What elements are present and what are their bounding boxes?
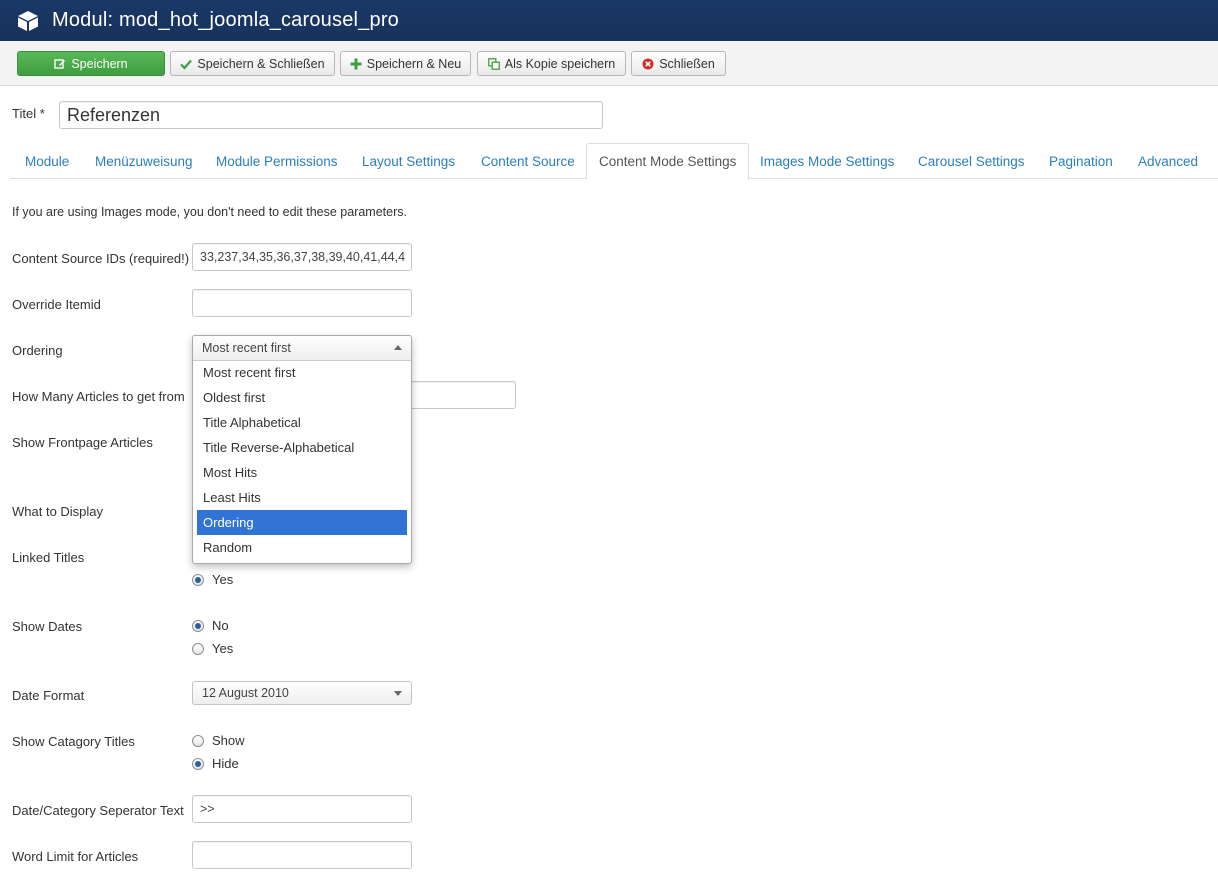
show-category-titles-show-radio[interactable]: Show [192,733,245,748]
show-category-titles-hide-radio[interactable]: Hide [192,756,239,771]
close-button[interactable]: Schließen [631,51,726,76]
tab-pagination[interactable]: Pagination [1049,143,1113,179]
show-dates-yes-radio[interactable]: Yes [192,641,233,656]
plus-icon [350,58,362,70]
date-format-label: Date Format [12,688,85,703]
tab-module[interactable]: Module [25,143,69,179]
content-source-ids-label: Content Source IDs (required!) [12,251,190,266]
edit-icon [54,58,66,70]
radio-checked-icon [192,757,204,770]
ordering-dropdown[interactable]: Most recent first Most recent first Olde… [192,335,412,564]
linked-titles-label: Linked Titles [12,550,85,565]
show-frontpage-label: Show Frontpage Articles [12,435,153,450]
ordering-option-oldest-first[interactable]: Oldest first [197,385,407,410]
tab-bar: Module Menüzuweisung Module Permissions … [10,143,1218,180]
tab-layout-settings[interactable]: Layout Settings [362,143,455,179]
tab-module-permissions[interactable]: Module Permissions [216,143,338,179]
word-limit-input[interactable] [192,841,412,869]
chevron-up-icon [394,345,402,350]
radio-checked-icon [192,573,204,586]
date-format-select[interactable]: 12 August 2010 [192,681,412,705]
chevron-down-icon [394,691,402,696]
ordering-option-least-hits[interactable]: Least Hits [197,485,407,510]
title-label: Titel * [12,106,45,121]
ordering-label: Ordering [12,343,63,358]
show-dates-label: Show Dates [12,619,83,634]
content-source-ids-input[interactable]: 33,237,34,35,36,37,38,39,40,41,44,4 [192,243,412,271]
tab-carousel-settings[interactable]: Carousel Settings [918,143,1025,179]
ordering-option-ordering[interactable]: Ordering [197,510,407,535]
what-to-display-label: What to Display [12,504,104,519]
save-button[interactable]: Speichern [17,51,165,76]
override-itemid-label: Override Itemid [12,297,101,312]
ordering-option-most-recent-first[interactable]: Most recent first [197,360,407,385]
tab-content-mode-settings[interactable]: Content Mode Settings [586,143,750,180]
linked-titles-yes-radio[interactable]: Yes [192,572,233,587]
save-copy-button[interactable]: Als Kopie speichern [477,51,626,76]
override-itemid-input[interactable] [192,289,412,317]
toolbar: Speichern Speichern & Schließen Speicher… [0,41,1218,86]
header-bar: Modul: mod_hot_joomla_carousel_pro [0,0,1218,41]
ordering-option-title-reverse-alphabetical[interactable]: Title Reverse-Alphabetical [197,435,407,460]
ordering-option-title-alphabetical[interactable]: Title Alphabetical [197,410,407,435]
title-input[interactable]: Referenzen [59,101,603,129]
radio-unchecked-icon [192,642,204,655]
how-many-articles-label: How Many Articles to get from [12,389,185,404]
copy-icon [487,57,500,70]
tab-content-source[interactable]: Content Source [481,143,575,179]
radio-unchecked-icon [192,734,204,747]
ordering-select[interactable]: Most recent first [193,336,411,361]
tab-images-mode-settings[interactable]: Images Mode Settings [760,143,894,179]
tab-menuzuweisung[interactable]: Menüzuweisung [95,143,193,179]
separator-text-input[interactable]: >> [192,795,412,823]
info-note: If you are using Images mode, you don't … [12,205,407,219]
word-limit-label: Word Limit for Articles [12,849,139,864]
save-new-button[interactable]: Speichern & Neu [340,51,471,76]
ordering-option-random[interactable]: Random [197,535,407,560]
page-title: Modul: mod_hot_joomla_carousel_pro [52,9,400,31]
show-category-titles-label: Show Catagory Titles [12,734,135,749]
tab-advanced[interactable]: Advanced [1138,143,1198,179]
cube-icon [18,10,38,31]
check-icon [180,58,193,70]
ordering-option-most-hits[interactable]: Most Hits [197,460,407,485]
separator-text-label: Date/Category Seperator Text [12,803,184,818]
close-icon [642,58,654,70]
save-close-button[interactable]: Speichern & Schließen [170,51,335,76]
radio-checked-icon [192,619,204,632]
show-dates-no-radio[interactable]: No [192,618,229,633]
